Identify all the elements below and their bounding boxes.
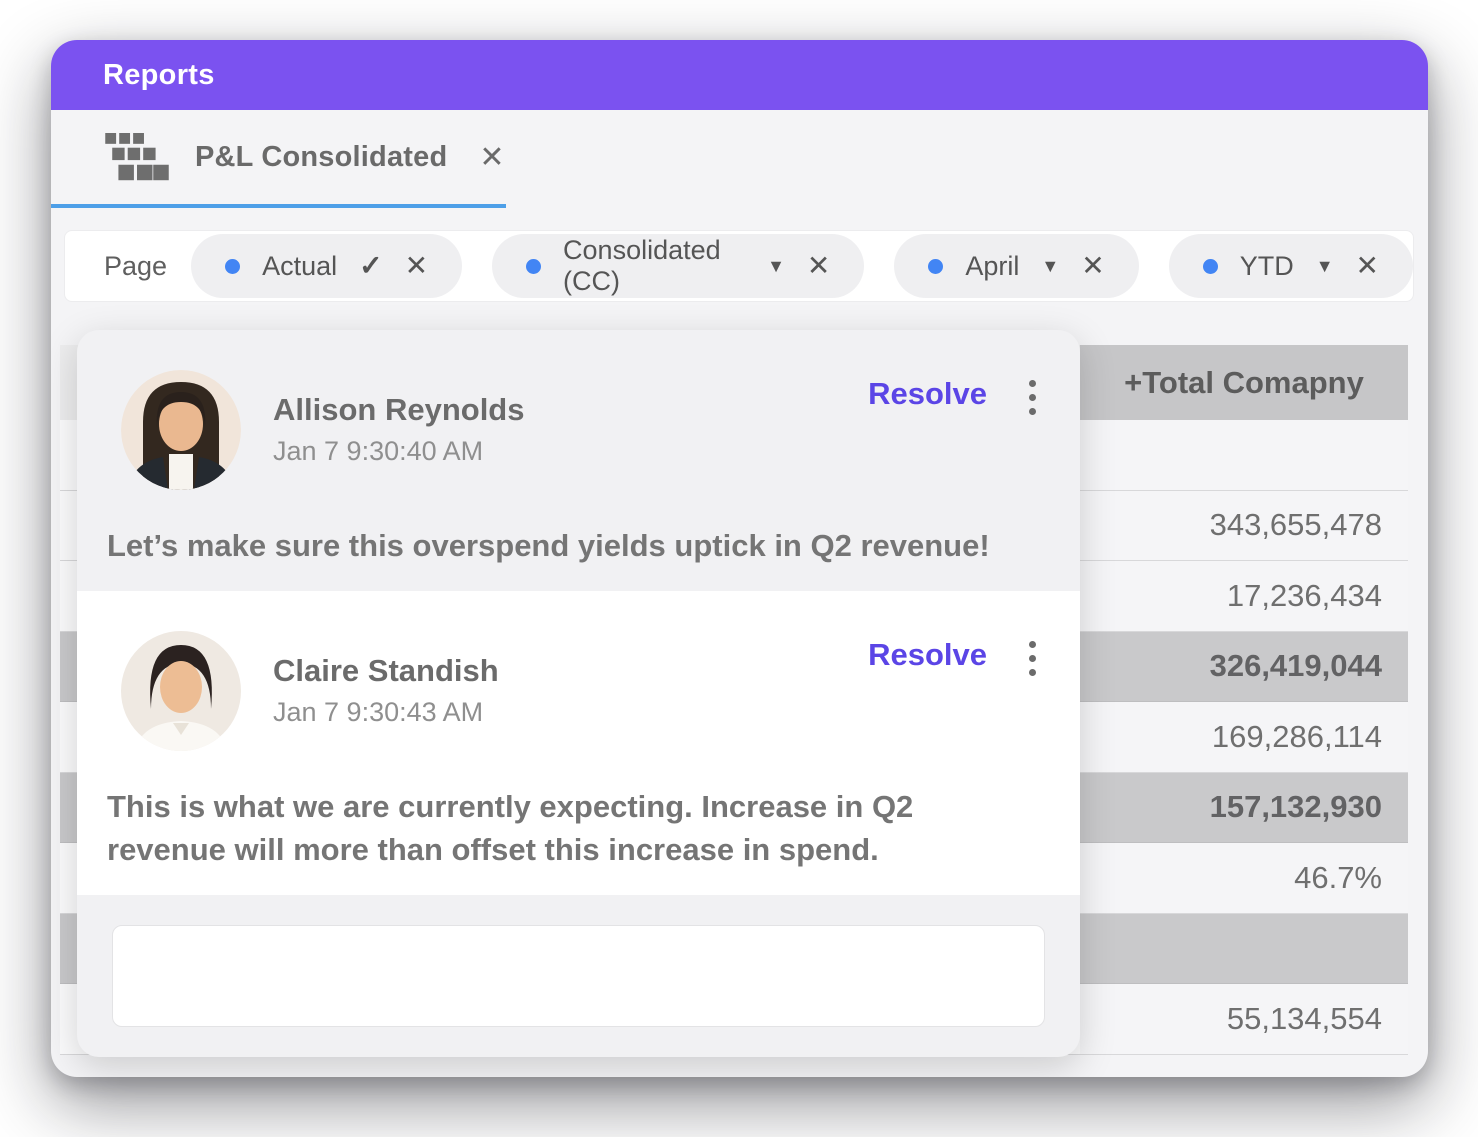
comment-timestamp: Jan 7 9:30:43 AM	[273, 697, 499, 728]
chip-status-dot-icon	[526, 259, 541, 274]
close-icon[interactable]: ✕	[405, 252, 428, 280]
comment-text: Let’s make sure this overspend yields up…	[77, 490, 1076, 591]
chip-status-dot-icon	[225, 259, 240, 274]
comment-input[interactable]	[112, 925, 1045, 1027]
filter-chip[interactable]: April ▼ ✕	[894, 234, 1138, 298]
kebab-menu-icon[interactable]	[1029, 637, 1036, 676]
comment-actions: Resolve	[868, 631, 1036, 676]
filter-bar: Page Actual ✓ ✕ Consolidated (CC)	[64, 230, 1414, 302]
row-value-cell[interactable]: 343,655,478	[1080, 491, 1408, 562]
chevron-down-icon[interactable]: ▼	[1316, 257, 1334, 275]
filter-chips: Actual ✓ ✕ Consolidated (CC) ▼ ✕	[191, 234, 1413, 298]
comments-list: Allison Reynolds Jan 7 9:30:40 AM Resolv…	[77, 330, 1080, 895]
chip-status-dot-icon	[928, 259, 943, 274]
comment-meta: Claire Standish Jan 7 9:30:43 AM	[273, 631, 499, 728]
total-company-header-cell[interactable]: +Total Comapny	[1080, 345, 1408, 420]
avatar	[121, 631, 241, 751]
tab-label: P&L Consolidated	[195, 141, 447, 174]
check-icon[interactable]: ✓	[359, 252, 382, 280]
comment-text: This is what we are currently expecting.…	[77, 751, 1076, 895]
comment: Claire Standish Jan 7 9:30:43 AM Resolve…	[77, 591, 1080, 895]
filter-chip[interactable]: YTD ▼ ✕	[1169, 234, 1413, 298]
comment-header: Claire Standish Jan 7 9:30:43 AM Resolve	[77, 591, 1080, 751]
tab-close-icon[interactable]: ✕	[479, 140, 504, 175]
row-value-cell[interactable]: 17,236,434	[1080, 561, 1408, 632]
chip-status-dot-icon	[1203, 259, 1218, 274]
avatar-photo	[121, 370, 241, 490]
filter-chip[interactable]: Consolidated (CC) ▼ ✕	[492, 234, 864, 298]
chip-label: April	[965, 251, 1019, 282]
app-title: Reports	[103, 59, 215, 92]
filter-chip[interactable]: Actual ✓ ✕	[191, 234, 462, 298]
row-value-cell[interactable]: 157,132,930	[1080, 773, 1408, 844]
close-icon[interactable]: ✕	[1081, 252, 1104, 280]
comment-actions: Resolve	[868, 370, 1036, 415]
kebab-menu-icon[interactable]	[1029, 376, 1036, 415]
row-value-cell[interactable]: 55,134,554	[1080, 984, 1408, 1055]
row-value-cell[interactable]: 169,286,114	[1080, 702, 1408, 773]
active-tab-underline	[51, 204, 506, 208]
avatar-photo	[121, 631, 241, 751]
page-filter-label: Page	[104, 251, 167, 282]
reports-window: Reports P&L Consolidated ✕ Page	[51, 40, 1428, 1077]
tab-pl-consolidated[interactable]: P&L Consolidated ✕	[51, 110, 505, 204]
report-grid-icon	[105, 133, 169, 181]
comment-timestamp: Jan 7 9:30:40 AM	[273, 436, 524, 467]
tab-strip: P&L Consolidated ✕	[51, 110, 1428, 208]
page-background: Reports P&L Consolidated ✕ Page	[0, 0, 1478, 1137]
chevron-down-icon[interactable]: ▼	[1041, 257, 1059, 275]
row-value-cell[interactable]	[1080, 420, 1408, 491]
titlebar: Reports	[51, 40, 1428, 110]
resolve-button[interactable]: Resolve	[868, 376, 987, 412]
comment-author: Claire Standish	[273, 653, 499, 689]
resolve-button[interactable]: Resolve	[868, 637, 987, 673]
row-value-cell[interactable]: 46.7%	[1080, 843, 1408, 914]
avatar	[121, 370, 241, 490]
close-icon[interactable]: ✕	[807, 252, 830, 280]
row-value-cell[interactable]: 326,419,044	[1080, 632, 1408, 703]
chip-label: YTD	[1240, 251, 1294, 282]
comment: Allison Reynolds Jan 7 9:30:40 AM Resolv…	[77, 330, 1080, 591]
close-icon[interactable]: ✕	[1356, 252, 1379, 280]
row-value-cell[interactable]	[1080, 914, 1408, 985]
comments-panel: Allison Reynolds Jan 7 9:30:40 AM Resolv…	[77, 330, 1080, 1057]
chevron-down-icon[interactable]: ▼	[767, 257, 785, 275]
chip-label: Actual	[262, 251, 337, 282]
comment-author: Allison Reynolds	[273, 392, 524, 428]
comment-meta: Allison Reynolds Jan 7 9:30:40 AM	[273, 370, 524, 467]
comment-composer	[77, 895, 1080, 1057]
chip-label: Consolidated (CC)	[563, 235, 745, 297]
comment-header: Allison Reynolds Jan 7 9:30:40 AM Resolv…	[77, 330, 1080, 490]
